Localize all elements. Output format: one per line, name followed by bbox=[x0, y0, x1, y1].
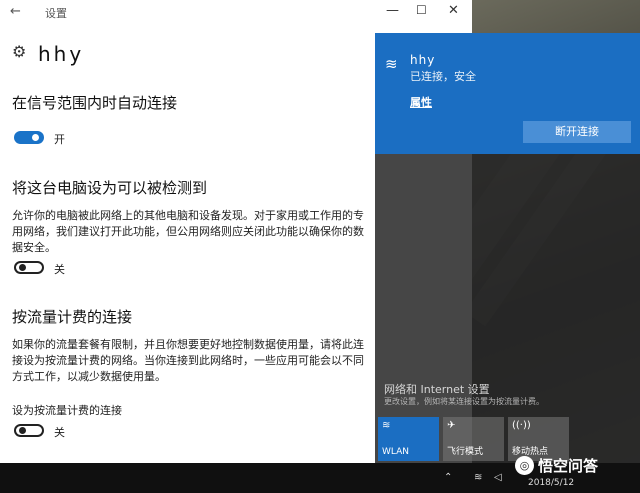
minimize-button[interactable]: — bbox=[386, 3, 399, 18]
network-name: hhy bbox=[410, 53, 436, 67]
hotspot-icon: ((·)) bbox=[512, 420, 531, 431]
airplane-mode-tile[interactable]: ✈ 飞行模式 bbox=[443, 417, 504, 461]
discoverable-heading: 将这台电脑设为可以被检测到 bbox=[12, 179, 208, 197]
metered-description: 如果你的流量套餐有限制，并且你想要更好地控制数据使用量，请将此连接设为按流量计费… bbox=[12, 338, 364, 383]
window-title: 设置 bbox=[45, 7, 67, 20]
disconnect-button[interactable]: 断开连接 bbox=[523, 121, 631, 143]
back-arrow-icon[interactable]: ← bbox=[10, 4, 21, 19]
network-icon[interactable]: ≋ bbox=[474, 472, 482, 483]
properties-link[interactable]: 属性 bbox=[410, 94, 432, 110]
wifi-icon: ≋ bbox=[385, 55, 398, 73]
metered-heading: 按流量计费的连接 bbox=[12, 308, 133, 326]
watermark-logo-icon: ◎ bbox=[515, 456, 534, 475]
metered-toggle[interactable] bbox=[14, 424, 44, 437]
network-settings-link[interactable]: 网络和 Internet 设置 bbox=[384, 381, 490, 397]
metered-toggle-label: 关 bbox=[54, 426, 65, 439]
network-status: 已连接，安全 bbox=[410, 70, 476, 83]
network-settings-subtext: 更改设置，例如将某连接设置为按流量计费。 bbox=[384, 397, 544, 406]
toggle-knob bbox=[19, 427, 26, 434]
discoverable-toggle[interactable] bbox=[14, 261, 44, 274]
metered-setting-label: 设为按流量计费的连接 bbox=[12, 404, 122, 417]
page-title: hhy bbox=[38, 42, 85, 66]
close-button[interactable]: ✕ bbox=[448, 3, 459, 18]
connected-network-card[interactable]: ≋ hhy 已连接，安全 属性 断开连接 bbox=[375, 33, 640, 154]
airplane-icon: ✈ bbox=[447, 420, 456, 431]
discoverable-description: 允许你的电脑被此网络上的其他电脑和设备发现。对于家用或工作用的专用网络，我们建议… bbox=[12, 209, 364, 254]
tile-label: 飞行模式 bbox=[447, 447, 484, 457]
network-flyout: ≋ hhy 已连接，安全 属性 断开连接 网络和 Internet 设置 更改设… bbox=[375, 33, 640, 463]
toggle-knob bbox=[32, 134, 39, 141]
gear-icon: ⚙ bbox=[12, 42, 27, 61]
auto-connect-heading: 在信号范围内时自动连接 bbox=[12, 94, 178, 112]
chevron-up-icon[interactable]: ⌃ bbox=[444, 472, 452, 483]
tile-label: WLAN bbox=[382, 447, 410, 457]
auto-connect-toggle-label: 开 bbox=[54, 133, 65, 146]
wlan-tile[interactable]: ≋ WLAN bbox=[378, 417, 439, 461]
title-bar: ← 设置 — ☐ ✕ bbox=[0, 0, 472, 24]
auto-connect-toggle[interactable] bbox=[14, 131, 44, 144]
watermark-text: 悟空问答 bbox=[538, 457, 599, 475]
wifi-icon: ≋ bbox=[382, 420, 391, 431]
volume-icon[interactable]: ◁ bbox=[494, 472, 502, 483]
maximize-button[interactable]: ☐ bbox=[416, 3, 427, 17]
discoverable-toggle-label: 关 bbox=[54, 263, 65, 276]
toggle-knob bbox=[19, 264, 26, 271]
watermark: ◎ 悟空问答 bbox=[515, 454, 633, 480]
